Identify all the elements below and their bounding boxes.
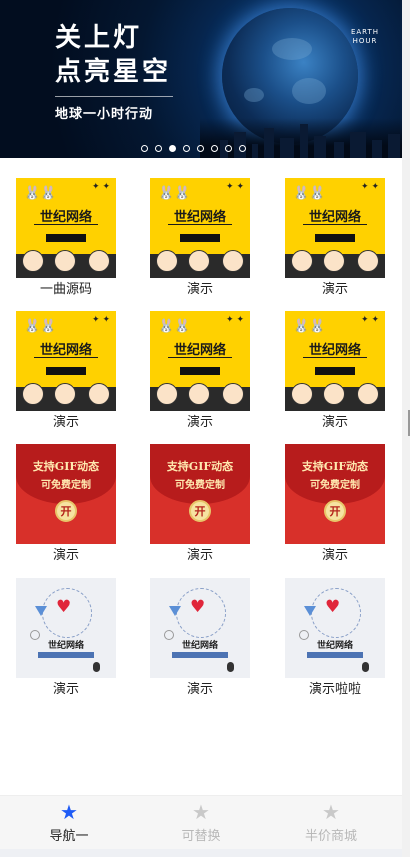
grid-item[interactable]: 支持GIF动态 可免费定制开演示: [150, 444, 250, 564]
thumbnail-line1: 支持GIF动态: [166, 460, 234, 473]
red-envelope-thumbnail: 支持GIF动态 可免费定制开: [16, 444, 116, 544]
banner-title-line1: 关上灯: [55, 23, 143, 53]
thumbnail-title: 世纪网络: [47, 641, 84, 651]
grid-item-label: 演示啦啦: [308, 682, 361, 697]
grid-item-label: 演示: [52, 415, 79, 430]
heart-icon: ♥: [56, 597, 72, 617]
open-coin: 开: [55, 500, 77, 522]
carousel-dot[interactable]: [197, 145, 204, 152]
heart-refresh-thumbnail: ♥ 世纪网络: [285, 578, 385, 678]
grid-item-label: 一曲源码: [39, 282, 92, 297]
grid-item[interactable]: 🐰🐰 ✦ ✦ 世纪网络演示: [150, 178, 250, 298]
carousel-dot[interactable]: [183, 145, 190, 152]
thumbnail-title: 世纪网络: [316, 641, 353, 651]
thumbnail-line2: 可免费定制: [41, 480, 91, 491]
grid-item-label: 演示: [186, 282, 213, 297]
thumbnail-title: 世纪网络: [173, 210, 226, 225]
thumbnail-title: 世纪网络: [181, 641, 218, 651]
banner-subtitle: 地球一小时行动: [55, 107, 154, 122]
thumbnail-title: 世纪网络: [39, 210, 92, 225]
grid-item[interactable]: ♥ 世纪网络演示啦啦: [285, 578, 385, 698]
grid-item-label: 演示: [321, 548, 348, 563]
cartoon-thumbnail: 🐰🐰 ✦ ✦ 世纪网络: [16, 178, 116, 278]
earth-hour-badge: EARTH HOUR: [347, 28, 383, 46]
grid-item-label: 演示: [186, 415, 213, 430]
star-icon: ★: [60, 800, 78, 824]
grid-item-label: 演示: [321, 415, 348, 430]
earth-hour-line2: HOUR: [352, 37, 378, 45]
thumbnail-line2: 可免费定制: [310, 480, 360, 491]
mouse-icon: [93, 662, 100, 672]
grid-item[interactable]: ♥ 世纪网络演示: [16, 578, 116, 698]
grid-item-label: 演示: [186, 548, 213, 563]
grid-item[interactable]: 🐰🐰 ✦ ✦ 世纪网络演示: [150, 311, 250, 431]
app-root: 关上灯 点亮星空 地球一小时行动 EARTH HOUR 🐰🐰 ✦ ✦ 世纪网络一曲源…: [0, 0, 402, 857]
tab-label: 导航一: [49, 829, 89, 844]
star-icon: ★: [192, 800, 210, 824]
grid-item-label: 演示: [52, 682, 79, 697]
cartoon-thumbnail: 🐰🐰 ✦ ✦ 世纪网络: [16, 311, 116, 411]
tab-label: 半价商城: [304, 829, 357, 844]
banner-carousel[interactable]: 关上灯 点亮星空 地球一小时行动 EARTH HOUR: [0, 0, 402, 158]
thumbnail-line2: 可免费定制: [175, 480, 225, 491]
thumbnail-line1: 支持GIF动态: [301, 460, 369, 473]
cartoon-thumbnail: 🐰🐰 ✦ ✦ 世纪网络: [150, 311, 250, 411]
grid-item[interactable]: 🐰🐰 ✦ ✦ 世纪网络演示: [16, 311, 116, 431]
carousel-dot[interactable]: [169, 145, 176, 152]
grid-item-label: 演示: [52, 548, 79, 563]
tab-label: 可替换: [181, 829, 221, 844]
carousel-dot[interactable]: [155, 145, 162, 152]
cartoon-thumbnail: 🐰🐰 ✦ ✦ 世纪网络: [285, 311, 385, 411]
heart-refresh-thumbnail: ♥ 世纪网络: [150, 578, 250, 678]
carousel-dot[interactable]: [239, 145, 246, 152]
thumbnail-title: 世纪网络: [173, 343, 226, 358]
grid-item[interactable]: 🐰🐰 ✦ ✦ 世纪网络演示: [285, 311, 385, 431]
grid-item[interactable]: 🐰🐰 ✦ ✦ 世纪网络一曲源码: [16, 178, 116, 298]
carousel-dot[interactable]: [141, 145, 148, 152]
bottom-safe-area: [0, 849, 402, 857]
open-coin: 开: [324, 500, 346, 522]
mouse-icon: [362, 662, 369, 672]
tab-replaceable[interactable]: ★ 可替换: [134, 796, 268, 850]
thumbnail-title: 世纪网络: [39, 343, 92, 358]
thumbnail-title: 世纪网络: [308, 210, 361, 225]
cartoon-thumbnail: 🐰🐰 ✦ ✦ 世纪网络: [285, 178, 385, 278]
grid-item-label: 演示: [186, 682, 213, 697]
bottom-tab-bar: ★ 导航一 ★ 可替换 ★ 半价商城: [0, 795, 402, 850]
heart-icon: ♥: [325, 597, 341, 617]
open-coin: 开: [189, 500, 211, 522]
cartoon-thumbnail: 🐰🐰 ✦ ✦ 世纪网络: [150, 178, 250, 278]
heart-icon: ♥: [190, 597, 206, 617]
red-envelope-thumbnail: 支持GIF动态 可免费定制开: [150, 444, 250, 544]
heart-refresh-thumbnail: ♥ 世纪网络: [16, 578, 116, 678]
thumbnail-title: 世纪网络: [308, 343, 361, 358]
mouse-icon: [227, 662, 234, 672]
carousel-indicators: [141, 145, 246, 154]
red-envelope-thumbnail: 支持GIF动态 可免费定制开: [285, 444, 385, 544]
tab-navigation-one[interactable]: ★ 导航一: [2, 796, 136, 850]
carousel-dot[interactable]: [225, 145, 232, 152]
banner-divider: [55, 96, 173, 97]
banner-title-line2: 点亮星空: [55, 57, 172, 87]
earth-hour-line1: EARTH: [350, 28, 380, 36]
star-icon: ★: [322, 800, 340, 824]
grid-item[interactable]: ♥ 世纪网络演示: [150, 578, 250, 698]
grid-item[interactable]: 支持GIF动态 可免费定制开演示: [285, 444, 385, 564]
grid-item[interactable]: 支持GIF动态 可免费定制开演示: [16, 444, 116, 564]
tab-half-price-mall[interactable]: ★ 半价商城: [264, 796, 398, 850]
thumbnail-line1: 支持GIF动态: [32, 460, 100, 473]
grid-item[interactable]: 🐰🐰 ✦ ✦ 世纪网络演示: [285, 178, 385, 298]
grid-item-label: 演示: [321, 282, 348, 297]
carousel-dot[interactable]: [211, 145, 218, 152]
